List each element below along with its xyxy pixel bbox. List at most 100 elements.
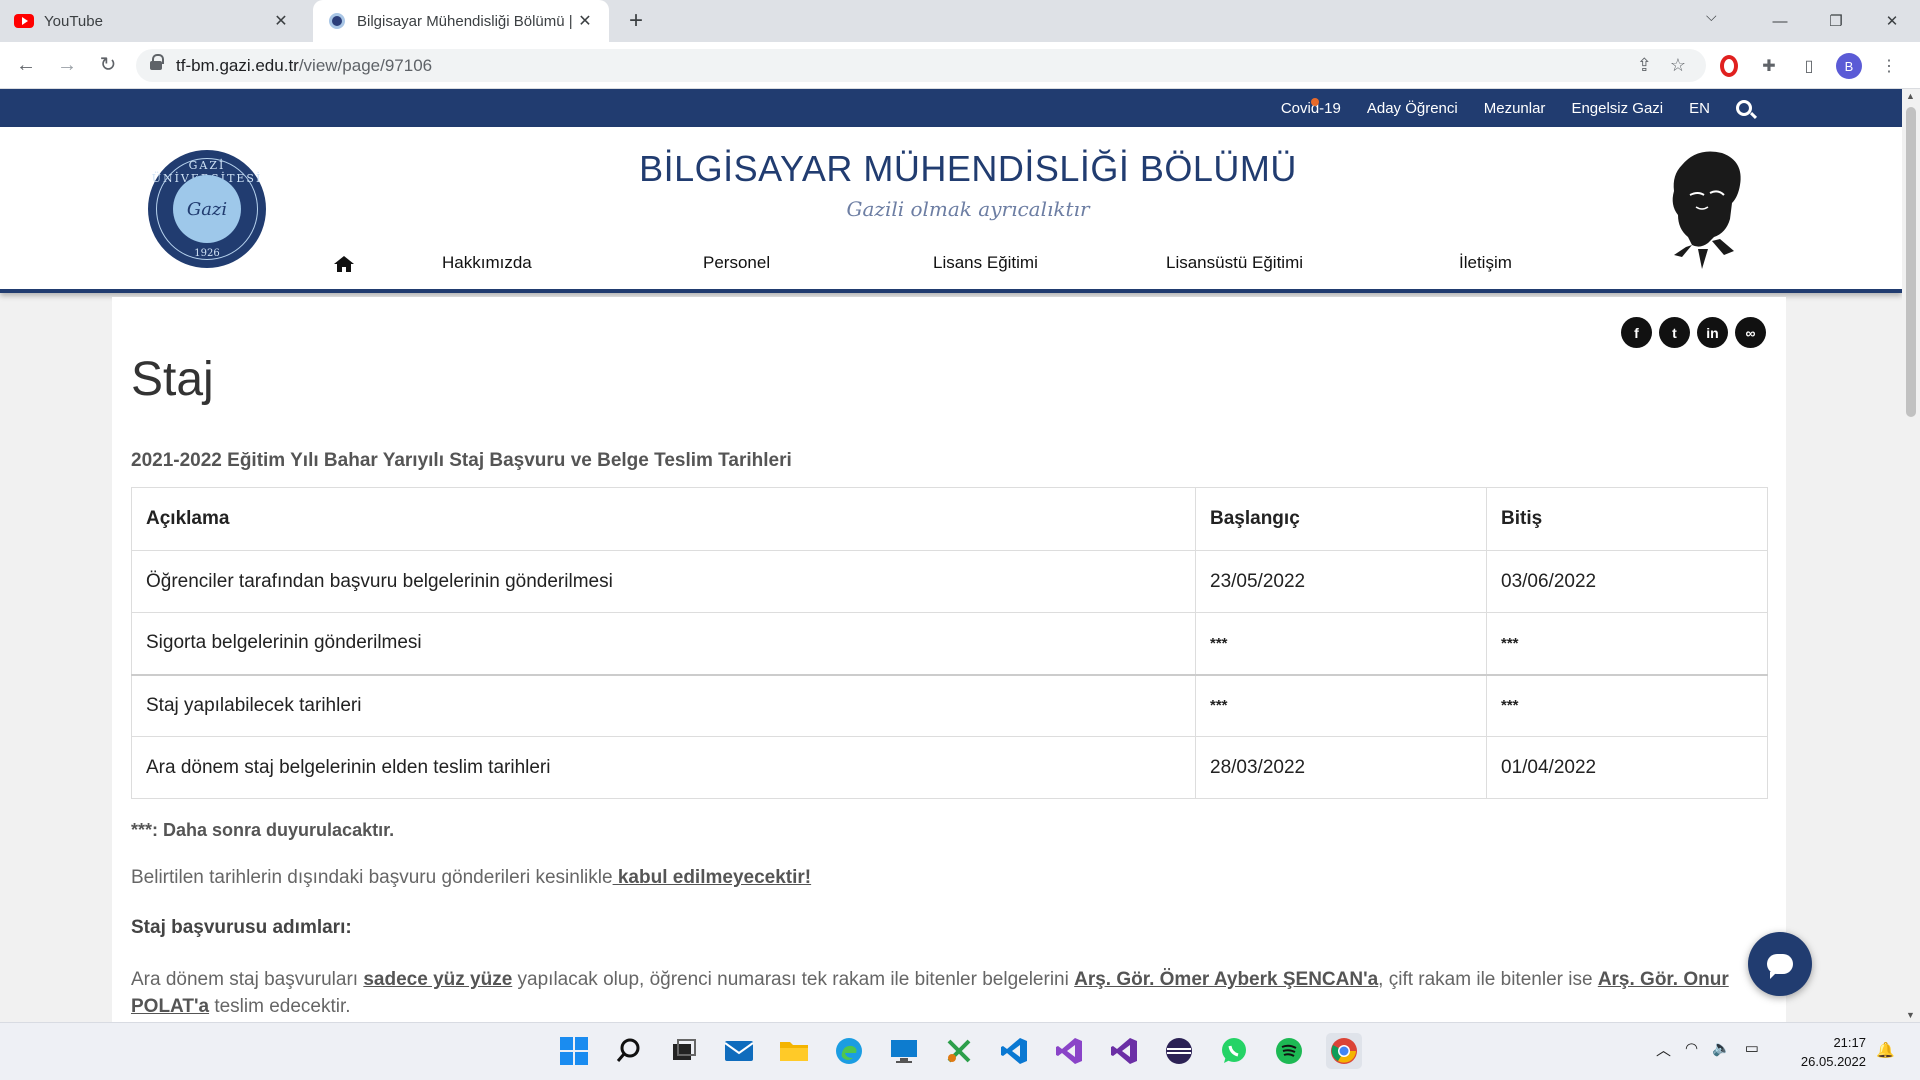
table-row: Staj yapılabilecek tarihleri *** ***: [131, 674, 1768, 737]
volume-icon[interactable]: 🔈: [1712, 1039, 1731, 1060]
face-to-face-link[interactable]: sadece yüz yüze: [363, 969, 512, 990]
tab-title: YouTube: [44, 12, 103, 30]
wifi-icon[interactable]: ◠: [1685, 1039, 1698, 1060]
table-cell: Öğrenciler tarafından başvuru belgelerin…: [131, 550, 1196, 613]
twitter-icon[interactable]: t: [1659, 317, 1690, 348]
extensions-puzzle-icon[interactable]: ✚: [1756, 53, 1782, 79]
task-view-icon[interactable]: [666, 1033, 702, 1069]
close-tab-icon[interactable]: ✕: [271, 11, 291, 31]
page-viewport: Covid-19 Aday Öğrenci Mezunlar Engelsiz …: [0, 89, 1902, 1022]
url-host: tf-bm.gazi.edu.tr: [176, 55, 299, 75]
scroll-down-icon[interactable]: ▼: [1906, 1010, 1915, 1020]
site-slogan: Gazili olmak ayrıcalıktır: [846, 197, 1090, 221]
gazi-favicon-icon: [327, 11, 347, 31]
side-panel-icon[interactable]: ▯: [1796, 53, 1822, 79]
site-header: GAZİ ÜNİVERSİTESİ Gazi 1926 BİLGİSAYAR M…: [0, 127, 1902, 293]
main-content: f t in ∞ Staj 2021-2022 Eğitim Yılı Baha…: [112, 297, 1786, 1022]
tab-search-chevron-icon[interactable]: ⌵: [1706, 8, 1717, 25]
para-text: Ara dönem staj başvuruları: [131, 969, 364, 990]
clock[interactable]: 21:17 26.05.2022: [1790, 1033, 1866, 1071]
search-icon[interactable]: [1736, 100, 1752, 116]
table-header: Açıklama: [131, 487, 1196, 551]
visual-studio-preview-icon[interactable]: [1106, 1033, 1142, 1069]
link-icon[interactable]: ∞: [1735, 317, 1766, 348]
page-scrollbar[interactable]: ▲ ▼: [1902, 89, 1920, 1022]
instructions-paragraph: Ara dönem staj başvuruları sadece yüz yü…: [131, 966, 1731, 1020]
topbar-link-en[interactable]: EN: [1689, 100, 1710, 117]
battery-icon[interactable]: ▭: [1745, 1039, 1759, 1060]
bookmark-star-icon[interactable]: ☆: [1670, 55, 1686, 76]
browser-tab-strip: YouTube ✕ Bilgisayar Mühendisliği Bölümü…: [0, 0, 1920, 42]
vscode-icon[interactable]: [996, 1033, 1032, 1069]
footnote: ***: Daha sonra duyurulacaktır.: [131, 820, 395, 840]
system-tray: ︿ ◠ 🔈 ▭: [1656, 1039, 1759, 1060]
table-cell: ***: [1195, 674, 1487, 737]
minimize-icon[interactable]: —: [1752, 0, 1808, 42]
table-cell: 01/04/2022: [1486, 736, 1768, 799]
chrome-menu-icon[interactable]: ⋮: [1876, 53, 1902, 79]
facebook-icon[interactable]: f: [1621, 317, 1652, 348]
nav-item-hakkimizda[interactable]: Hakkımızda: [442, 253, 532, 273]
browser-toolbar: ← → ↻ tf-bm.gazi.edu.tr/view/page/97106 …: [0, 42, 1920, 89]
tab-bilgisayar-muhendisligi[interactable]: Bilgisayar Mühendisliği Bölümü | ✕: [313, 0, 609, 42]
topbar-link-engelsiz-gazi[interactable]: Engelsiz Gazi: [1571, 100, 1663, 117]
home-icon[interactable]: [333, 255, 355, 273]
chrome-icon[interactable]: [1326, 1033, 1362, 1069]
topbar-link-mezunlar[interactable]: Mezunlar: [1484, 100, 1546, 117]
youtube-favicon-icon: [14, 11, 34, 31]
lock-icon[interactable]: [150, 54, 164, 72]
table-cell: Staj yapılabilecek tarihleri: [131, 674, 1196, 737]
warning-link[interactable]: kabul edilmeyecektir!: [613, 867, 811, 888]
url-path: /view/page/97106: [298, 55, 433, 75]
search-icon[interactable]: [611, 1033, 647, 1069]
window-controls: — ❐ ✕: [1752, 0, 1920, 42]
chat-bubble-icon: [1767, 954, 1793, 979]
start-button-icon[interactable]: [556, 1033, 592, 1069]
scrollbar-thumb[interactable]: [1906, 107, 1916, 417]
restore-icon[interactable]: ❐: [1808, 0, 1864, 42]
nav-item-iletisim[interactable]: İletişim: [1459, 253, 1512, 273]
nav-item-lisansustu-egitimi[interactable]: Lisansüstü Eğitimi: [1166, 253, 1303, 273]
back-icon[interactable]: ←: [12, 52, 40, 80]
notification-bell-icon[interactable]: 🔔: [1876, 1041, 1895, 1059]
address-bar[interactable]: tf-bm.gazi.edu.tr/view/page/97106 ⇪ ☆: [136, 49, 1706, 82]
spotify-icon[interactable]: [1271, 1033, 1307, 1069]
show-hidden-icons-icon[interactable]: ︿: [1656, 1039, 1671, 1060]
visual-studio-icon[interactable]: [1051, 1033, 1087, 1069]
nav-item-personel[interactable]: Personel: [703, 253, 770, 273]
table-row: Öğrenciler tarafından başvuru belgelerin…: [131, 550, 1768, 613]
topbar-link-aday-ogrenci[interactable]: Aday Öğrenci: [1367, 100, 1458, 117]
para-text: teslim edecektir.: [209, 996, 351, 1017]
new-tab-button[interactable]: +: [620, 6, 652, 38]
chat-button[interactable]: [1748, 932, 1812, 996]
whatsapp-icon[interactable]: [1216, 1033, 1252, 1069]
table-header: Başlangıç: [1195, 487, 1487, 551]
close-window-icon[interactable]: ✕: [1864, 0, 1920, 42]
profile-avatar[interactable]: B: [1836, 53, 1862, 79]
edge-browser-icon[interactable]: [831, 1033, 867, 1069]
page-title: Staj: [131, 353, 214, 406]
reload-icon[interactable]: ↻: [94, 52, 122, 80]
file-explorer-icon[interactable]: [776, 1033, 812, 1069]
share-icon[interactable]: ⇪: [1637, 55, 1652, 76]
tab-title: Bilgisayar Mühendisliği Bölümü |: [357, 12, 573, 30]
top-utility-bar: Covid-19 Aday Öğrenci Mezunlar Engelsiz …: [0, 89, 1902, 127]
assistant-sencan-link[interactable]: Arş. Gör. Ömer Ayberk ŞENCAN'a: [1074, 969, 1378, 990]
windows-taskbar: ︿ ◠ 🔈 ▭ 21:17 26.05.2022 🔔: [0, 1022, 1920, 1080]
nav-item-lisans-egitimi[interactable]: Lisans Eğitimi: [933, 253, 1038, 273]
remote-desktop-icon[interactable]: [886, 1033, 922, 1069]
close-tab-icon[interactable]: ✕: [575, 11, 595, 31]
opera-extension-icon[interactable]: [1716, 53, 1742, 79]
clock-time: 21:17: [1833, 1035, 1866, 1050]
forward-icon[interactable]: →: [53, 52, 81, 80]
snipping-tool-icon[interactable]: [941, 1033, 977, 1069]
scroll-up-icon[interactable]: ▲: [1906, 91, 1915, 101]
tab-youtube[interactable]: YouTube ✕: [0, 0, 305, 42]
eclipse-icon[interactable]: [1161, 1033, 1197, 1069]
site-title[interactable]: BİLGİSAYAR MÜHENDİSLİĞİ BÖLÜMÜ: [0, 148, 1902, 190]
topbar-link-covid[interactable]: Covid-19: [1281, 97, 1341, 117]
para-text: yapılacak olup, öğrenci numarası tek rak…: [512, 969, 1075, 990]
table-cell: 03/06/2022: [1486, 550, 1768, 613]
mail-icon[interactable]: [721, 1033, 757, 1069]
linkedin-icon[interactable]: in: [1697, 317, 1728, 348]
